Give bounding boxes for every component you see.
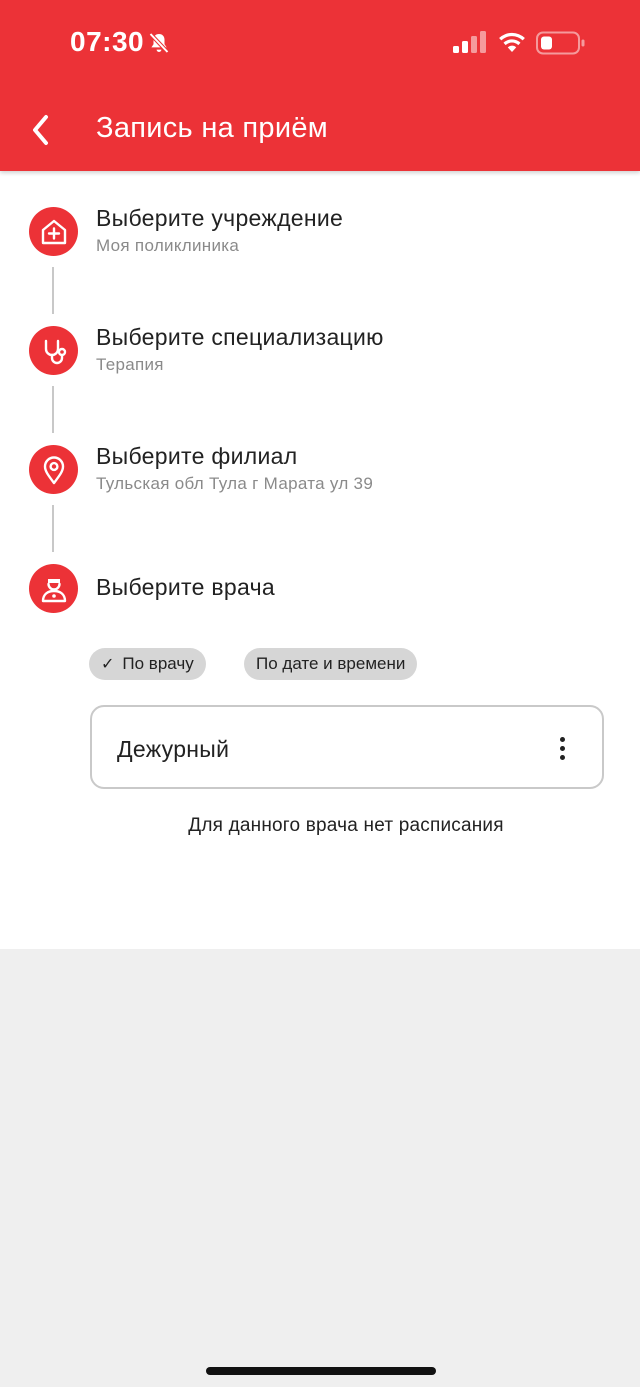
step-connector [52, 267, 54, 314]
step-institution-value: Моя поликлиника [96, 236, 240, 255]
wifi-icon [499, 32, 525, 52]
doctor-icon [29, 564, 78, 613]
step-connector [52, 505, 54, 552]
home-indicator [206, 1367, 436, 1375]
stethoscope-icon [29, 326, 78, 375]
step-branch-title[interactable]: Выберите филиал [96, 443, 297, 470]
doctor-card[interactable]: Дежурный [90, 705, 604, 789]
filter-by-doctor-label: По врачу [122, 654, 194, 673]
filter-by-doctor-chip[interactable]: ✓ По врачу [89, 648, 206, 680]
no-schedule-message: Для данного врача нет расписания [188, 815, 504, 836]
step-doctor-title[interactable]: Выберите врача [96, 574, 275, 601]
hospital-icon [29, 207, 78, 256]
app-header: 07:30 Запись на приём [0, 0, 640, 171]
location-pin-icon [29, 445, 78, 494]
bell-slash-icon [149, 32, 169, 54]
step-branch-value: Тульская обл Тула г Марата ул 39 [96, 474, 374, 493]
filter-by-datetime-chip[interactable]: По дате и времени [244, 648, 418, 680]
step-specialization-value: Терапия [96, 355, 164, 374]
check-icon: ✓ [101, 656, 115, 673]
more-vertical-icon[interactable] [560, 737, 566, 761]
step-connector [52, 386, 54, 433]
filter-by-datetime-label: По дате и времени [256, 654, 406, 673]
step-specialization-title[interactable]: Выберите специализацию [96, 324, 384, 351]
doctor-name: Дежурный [117, 736, 230, 762]
status-time: 07:30 [70, 26, 145, 57]
signal-icon [453, 31, 486, 53]
chevron-left-icon[interactable] [28, 112, 56, 148]
page-title: Запись на приём [96, 112, 329, 144]
battery-low-icon [536, 31, 585, 55]
step-institution-title[interactable]: Выберите учреждение [96, 205, 343, 232]
